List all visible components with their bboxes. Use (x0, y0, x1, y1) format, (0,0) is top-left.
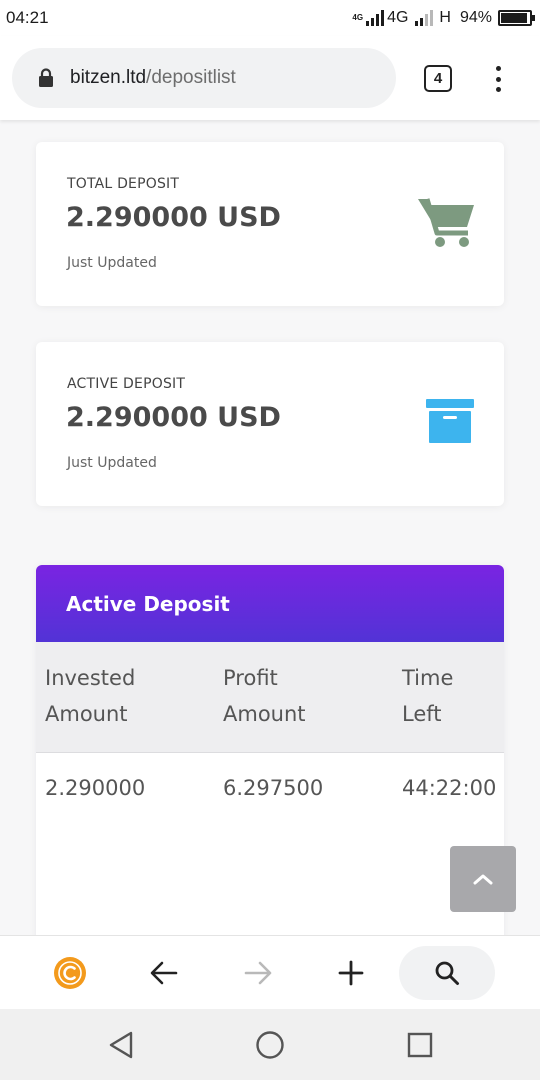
forward-arrow-icon (244, 961, 272, 985)
signal-icon (366, 10, 385, 26)
status-time: 04:21 (6, 8, 49, 27)
status-bar: 04:21 4G 4G H 94% (0, 0, 540, 36)
lock-icon (38, 68, 54, 88)
system-back-button[interactable] (96, 1009, 146, 1080)
coin-logo-button[interactable] (44, 936, 96, 1010)
column-header-line: Amount (45, 702, 128, 726)
coin-logo-icon (54, 957, 86, 989)
system-recents-button[interactable] (395, 1009, 445, 1080)
chevron-up-icon (473, 874, 493, 885)
recents-square-icon (407, 1032, 433, 1057)
forward-button[interactable] (232, 936, 284, 1010)
column-header-line: Left (402, 702, 442, 726)
column-header-line: Profit (223, 666, 278, 690)
column-header-profit: Profit Amount (223, 660, 383, 732)
tab-count: 4 (433, 70, 443, 87)
column-header-invested: Invested Amount (45, 660, 205, 732)
network-label: 4G (387, 9, 409, 26)
url-host: bitzen.ltd (70, 67, 147, 88)
home-circle-icon (256, 1030, 284, 1059)
cell-time-left: 44:22:00 (402, 776, 497, 800)
signal-2-icon (415, 10, 434, 26)
search-button[interactable] (399, 946, 495, 1000)
table-title: Active Deposit (66, 591, 230, 616)
column-header-line: Time (402, 666, 454, 690)
table-row: 2.290000 6.297500 44:22:00 (36, 753, 504, 827)
card-label: TOTAL DEPOSIT (67, 176, 180, 192)
browser-bottom-toolbar (0, 935, 540, 1009)
card-label: ACTIVE DEPOSIT (67, 376, 186, 392)
back-arrow-icon (150, 961, 178, 985)
cell-invested: 2.290000 (45, 776, 146, 800)
browser-toolbar: bitzen.ltd/depositlist 4 (0, 36, 540, 120)
table-header: Active Deposit (36, 565, 504, 642)
table-column-headers: Invested Amount Profit Amount Time Left (36, 642, 504, 753)
network-type-tag: 4G (352, 13, 364, 22)
network-label-2: H (439, 9, 451, 26)
back-triangle-icon (109, 1031, 133, 1058)
tab-switcher-button[interactable]: 4 (424, 65, 452, 92)
scroll-to-top-button[interactable] (450, 846, 516, 912)
active-deposit-table: Active Deposit Invested Amount Profit Am… (36, 565, 504, 945)
card-status: Just Updated (67, 455, 157, 471)
search-icon (435, 961, 459, 985)
url-bar[interactable]: bitzen.ltd/depositlist (12, 48, 396, 108)
menu-dot-icon (495, 66, 501, 71)
url-path: /depositlist (146, 67, 236, 88)
archive-box-icon (426, 399, 474, 443)
card-status: Just Updated (67, 255, 157, 271)
battery-percent: 94% (459, 9, 492, 26)
new-tab-button[interactable] (325, 936, 377, 1010)
browser-menu-button[interactable] (490, 66, 506, 92)
column-header-line: Amount (223, 702, 306, 726)
menu-dot-icon (495, 76, 501, 82)
menu-dot-icon (495, 87, 501, 92)
card-value: 2.290000 USD (66, 402, 281, 433)
card-value: 2.290000 USD (66, 202, 281, 233)
plus-icon (338, 960, 364, 986)
battery-icon (498, 10, 535, 26)
column-header-time-left: Time Left (402, 660, 502, 732)
back-button[interactable] (138, 936, 190, 1010)
cell-profit: 6.297500 (223, 776, 324, 800)
shopping-cart-icon (418, 196, 476, 248)
status-indicators: 4G 4G H 94% (352, 9, 535, 27)
system-home-button[interactable] (245, 1009, 295, 1080)
system-navigation-bar (0, 1009, 540, 1080)
column-header-line: Invested (45, 666, 136, 690)
active-deposit-card: ACTIVE DEPOSIT 2.290000 USD Just Updated (36, 342, 504, 506)
total-deposit-card: TOTAL DEPOSIT 2.290000 USD Just Updated (36, 142, 504, 306)
